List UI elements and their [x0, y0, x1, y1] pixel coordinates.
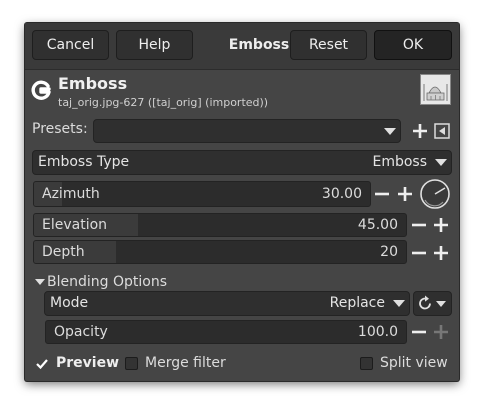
dial-icon[interactable]: [419, 178, 451, 210]
split-view-checkbox[interactable]: Split view: [360, 355, 455, 373]
reset-button[interactable]: Reset: [290, 30, 367, 60]
depth-label: Depth: [42, 244, 85, 260]
dropdown-arrow-icon: [436, 301, 446, 307]
merge-filter-checkbox[interactable]: Merge filter: [125, 355, 245, 373]
depth-value: 20: [380, 244, 398, 260]
emboss-type-combo[interactable]: Emboss Type Emboss: [32, 150, 452, 175]
presets-combo[interactable]: [93, 119, 401, 143]
reset-mode-icon: [419, 295, 431, 310]
opacity-label: Opacity: [54, 324, 108, 340]
presets-label: Presets:: [32, 121, 88, 137]
elevation-plus-icon[interactable]: [432, 216, 450, 234]
gimp-logo-icon: [31, 80, 51, 100]
help-button[interactable]: Help: [116, 30, 193, 60]
blending-options-expander[interactable]: Blending Options: [33, 274, 233, 292]
split-view-box: [360, 357, 373, 370]
blending-options-label: Blending Options: [47, 274, 167, 290]
depth-plus-icon[interactable]: [432, 244, 450, 262]
elevation-label: Elevation: [42, 217, 108, 233]
azimuth-spinscale[interactable]: Azimuth 30.00: [33, 181, 371, 207]
checkmark-icon: [36, 359, 48, 370]
blend-mode-label: Mode: [50, 295, 89, 311]
depth-spinscale[interactable]: Depth 20: [33, 240, 407, 264]
elevation-spinscale[interactable]: Elevation 45.00: [33, 213, 407, 237]
procedure-subtitle: taj_orig.jpg-627 ([taj_orig] (imported)): [58, 96, 269, 109]
split-view-label: Split view: [380, 355, 448, 371]
emboss-type-label: Emboss Type: [38, 154, 130, 170]
blend-mode-combo[interactable]: Mode Replace: [44, 291, 410, 316]
depth-minus-icon[interactable]: [410, 244, 428, 262]
presets-menu-icon[interactable]: [433, 122, 451, 140]
ok-button[interactable]: OK: [374, 30, 452, 60]
preview-label: Preview: [56, 355, 120, 371]
azimuth-value: 30.00: [321, 186, 362, 202]
dropdown-arrow-icon: [393, 300, 405, 307]
image-thumbnail: [420, 74, 451, 105]
preview-checkbox[interactable]: Preview: [35, 355, 125, 373]
elevation-minus-icon[interactable]: [410, 216, 428, 234]
dropdown-arrow-icon: [384, 128, 396, 135]
expander-arrow-icon: [35, 279, 45, 285]
azimuth-label: Azimuth: [42, 186, 100, 202]
merge-filter-label: Merge filter: [145, 355, 226, 371]
dropdown-arrow-icon: [435, 159, 447, 166]
opacity-plus-icon[interactable]: [432, 323, 450, 341]
dialog-header: Cancel Help Emboss Reset OK: [25, 23, 459, 70]
merge-filter-box: [125, 357, 138, 370]
azimuth-minus-icon[interactable]: [373, 185, 391, 203]
opacity-minus-icon[interactable]: [410, 323, 428, 341]
add-preset-plus-icon[interactable]: [411, 122, 429, 140]
azimuth-plus-icon[interactable]: [396, 185, 414, 203]
elevation-value: 45.00: [357, 217, 398, 233]
blend-mode-value: Replace: [329, 295, 385, 311]
composite-mode-combo[interactable]: [413, 291, 452, 316]
procedure-name: Emboss: [58, 74, 128, 93]
emboss-dialog: Cancel Help Emboss Reset OK Emboss taj_o…: [25, 23, 459, 381]
opacity-value: 100.0: [357, 324, 398, 340]
emboss-type-value: Emboss: [372, 154, 427, 170]
cancel-button[interactable]: Cancel: [32, 30, 109, 60]
opacity-spinscale[interactable]: Opacity 100.0: [45, 320, 407, 344]
